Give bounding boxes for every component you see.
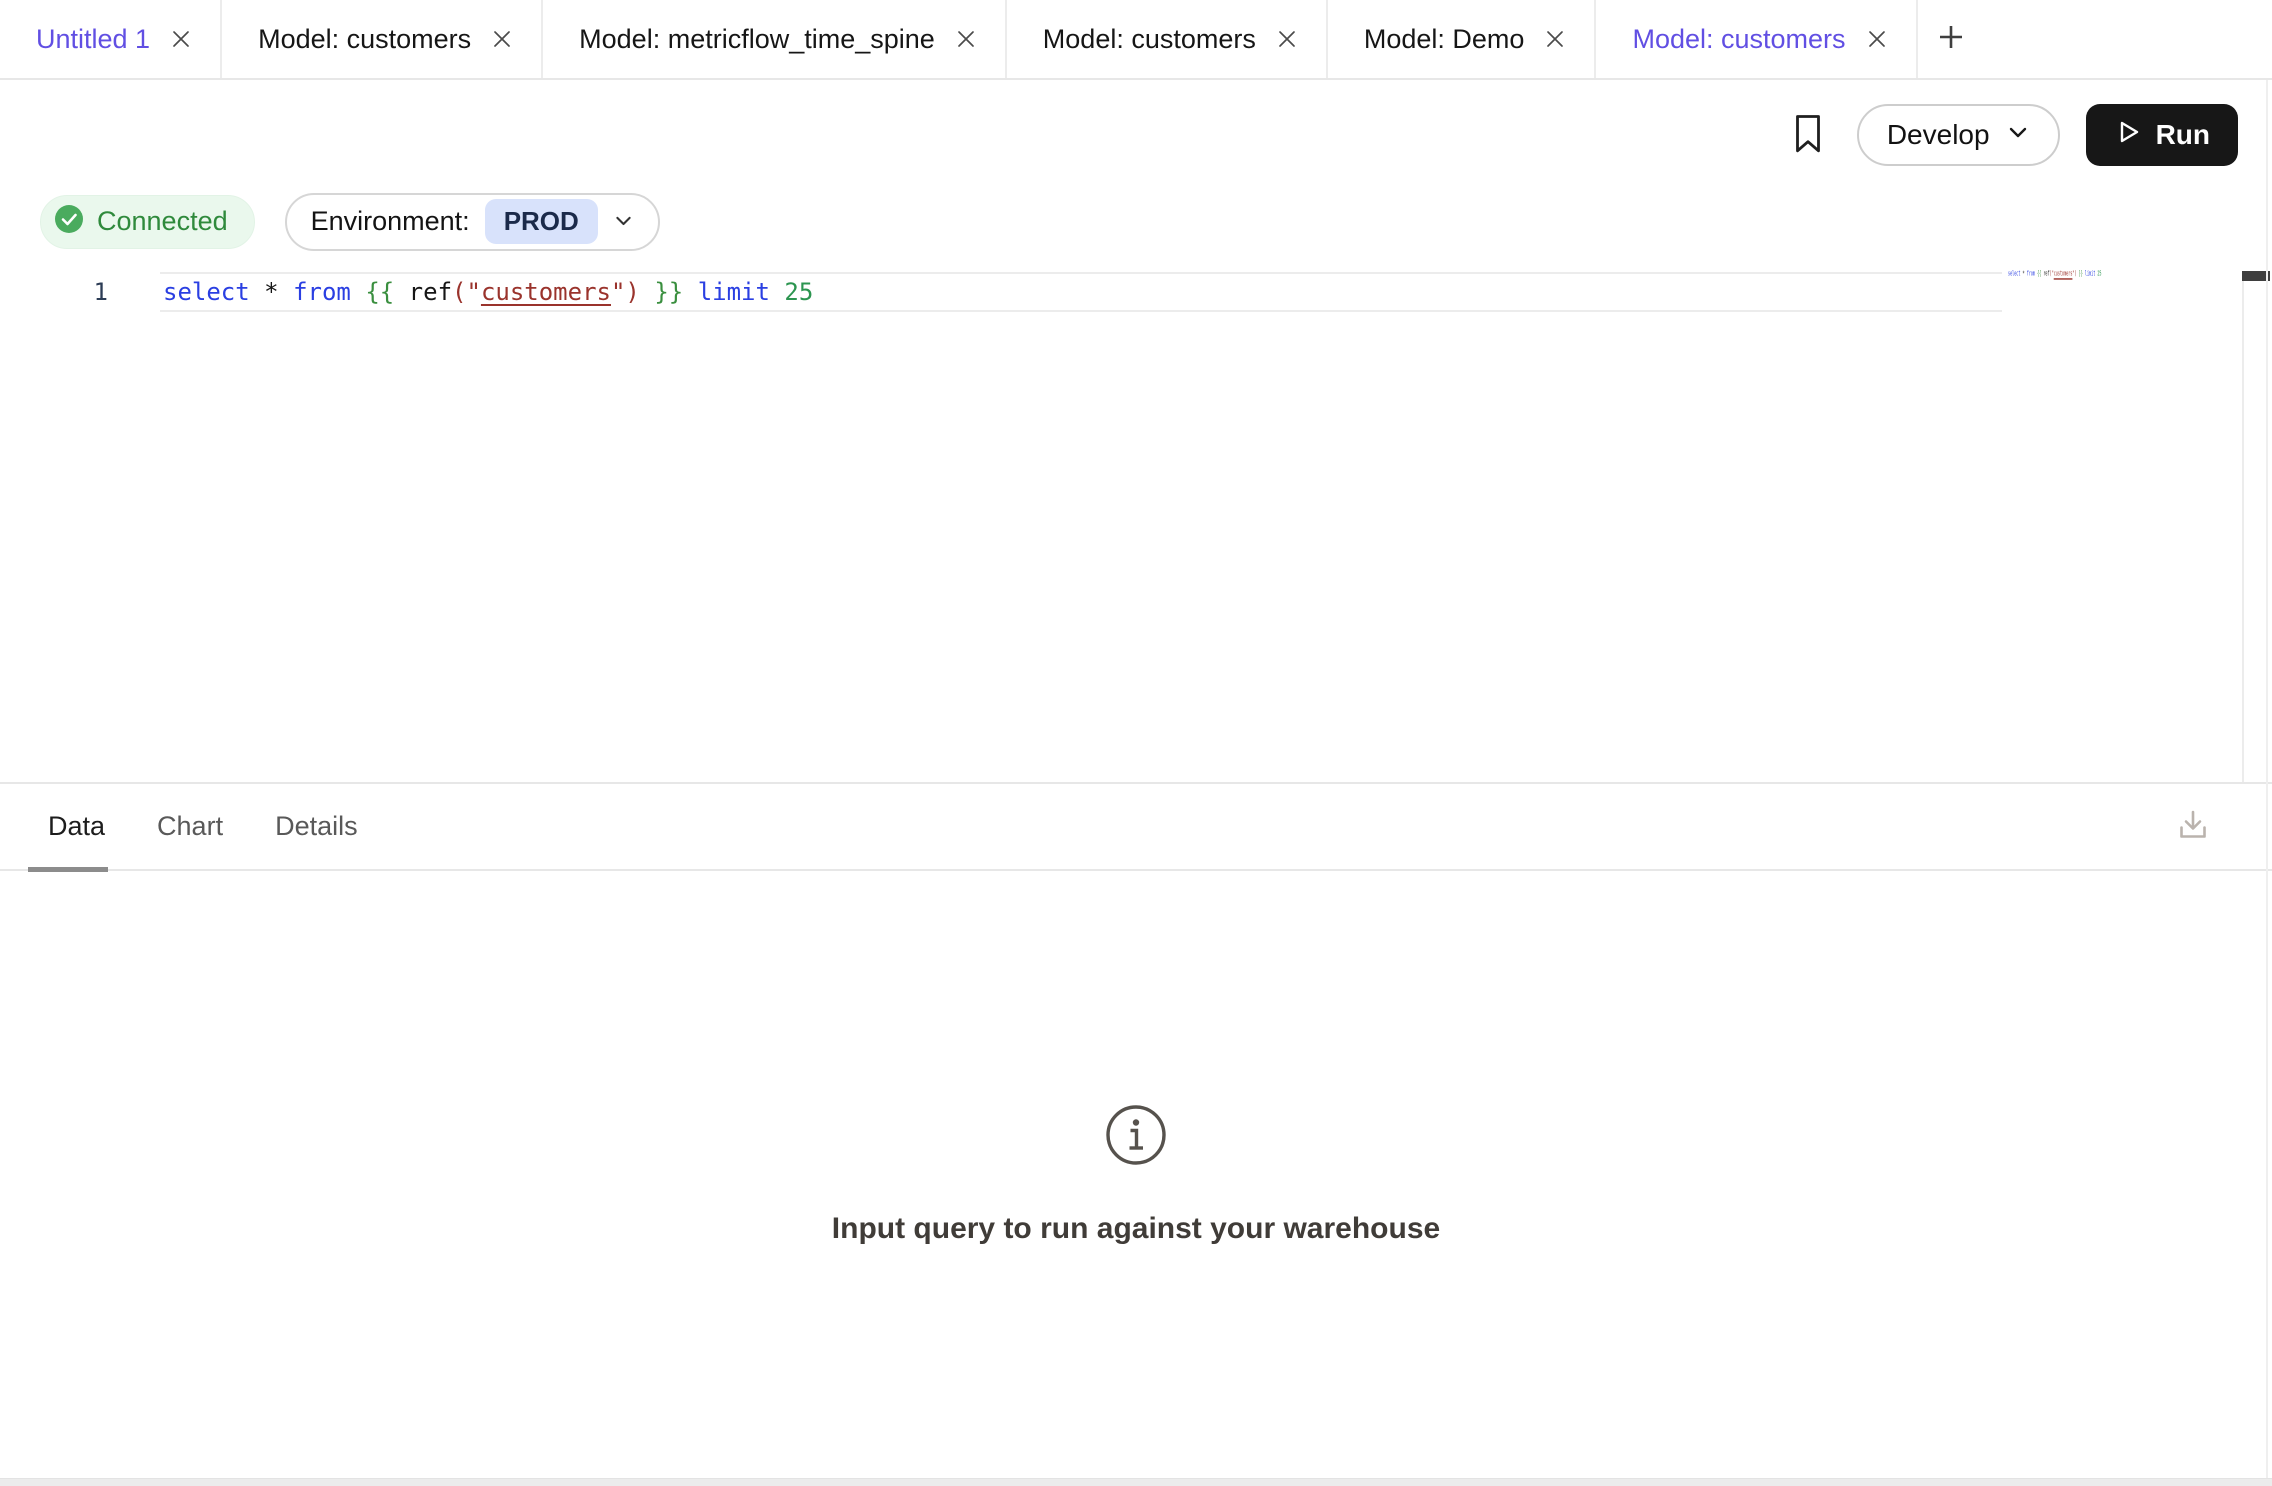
connection-status-label: Connected [97,206,228,237]
results-tab-details[interactable]: Details [275,784,358,869]
code-token: customers [2054,270,2073,278]
code-token [394,278,408,306]
code-token [640,278,654,306]
code-token: select [2008,270,2020,278]
results-tab-chart[interactable]: Chart [157,784,223,869]
bookmark-button[interactable] [1785,107,1831,164]
play-icon [2114,118,2142,153]
code-token: from [293,278,351,306]
plus-icon [1934,20,1968,59]
right-edge-border [2266,80,2268,1478]
tab-label: Model: customers [1632,24,1845,55]
code-token [351,278,365,306]
code-token: customers [481,278,611,306]
line-number: 1 [0,272,160,312]
environment-value-badge: PROD [485,199,598,244]
code-editor[interactable]: 1 select * from {{ ref("customers") }} l… [0,253,2272,782]
editor-tab-bar: Untitled 1 Model: customers Model: metricf… [0,0,2272,80]
code-line-row: 1 select * from {{ ref("customers") }} l… [0,272,2272,312]
bookmark-icon [1791,113,1825,158]
close-tab-icon[interactable] [1276,28,1298,50]
results-tab-bar: Data Chart Details [0,784,2272,871]
tab-strip: Untitled 1 Model: customers Model: metricf… [0,0,1918,78]
develop-menu-button[interactable]: Develop [1857,104,2060,166]
overview-ruler-border [2242,281,2244,782]
results-empty-state: Input query to run against your warehous… [0,871,2272,1478]
code-token: select [163,278,250,306]
code-token [770,278,784,306]
chevron-down-icon [2006,119,2030,151]
active-line-highlight[interactable]: select * from {{ ref("customers") }} lim… [160,272,2002,312]
close-tab-icon[interactable] [170,28,192,50]
tab-label: Model: Demo [1364,24,1525,55]
code-token: ") [611,278,640,306]
new-tab-button[interactable] [1918,0,1984,78]
code-token: 25 [2097,270,2101,278]
run-label: Run [2156,119,2210,151]
code-token: * [264,278,278,306]
environment-selector[interactable]: Environment: PROD [285,193,660,251]
download-results-button[interactable] [2166,798,2220,855]
tab-model-customers[interactable]: Model: customers [1007,0,1328,78]
code-token: limit [698,278,770,306]
results-tab-list: Data Chart Details [48,784,358,869]
code-token: limit [2085,270,2095,278]
app-window: Untitled 1 Model: customers Model: metricf… [0,0,2272,1486]
minimap-code-line: select * from {{ ref("customers") }} lim… [2008,270,2102,278]
empty-state-message: Input query to run against your warehous… [832,1212,1440,1246]
close-tab-icon[interactable] [1544,28,1566,50]
download-icon [2172,804,2214,849]
check-circle-icon [54,204,84,239]
code-token [683,278,697,306]
close-tab-icon[interactable] [955,28,977,50]
tab-label: Model: customers [258,24,471,55]
connection-status-row: Connected Environment: PROD [0,190,2272,253]
tab-label: Model: metricflow_time_spine [579,24,935,55]
run-button[interactable]: Run [2086,104,2238,166]
results-tab-data[interactable]: Data [48,784,105,869]
code-token: }} [654,278,683,306]
tab-label: Model: customers [1043,24,1256,55]
connection-status-badge: Connected [40,195,255,249]
tab-model-demo[interactable]: Model: Demo [1328,0,1597,78]
tab-model-customers[interactable]: Model: customers [1596,0,1917,78]
tab-label: Untitled 1 [36,24,150,55]
code-line: select * from {{ ref("customers") }} lim… [163,278,813,306]
editor-minimap[interactable]: select * from {{ ref("customers") }} lim… [2008,266,2102,279]
code-token: 25 [784,278,813,306]
code-token [279,278,293,306]
info-icon [1104,1103,1168,1172]
close-tab-icon[interactable] [491,28,513,50]
window-bottom-strip [0,1478,2272,1486]
close-tab-icon[interactable] [1866,28,1888,50]
code-token: ref [409,278,452,306]
environment-label: Environment: [311,206,470,237]
develop-label: Develop [1887,119,1990,151]
code-token: {{ [365,278,394,306]
results-panel: Data Chart Details Input query to run agai… [0,782,2272,1478]
chevron-down-icon [613,210,634,234]
tab-untitled-1[interactable]: Untitled 1 [0,0,222,78]
editor-toolbar: Develop Run [0,80,2272,190]
tab-model-customers[interactable]: Model: customers [222,0,543,78]
code-token [250,278,264,306]
tab-model-metricflow-time-spine[interactable]: Model: metricflow_time_spine [543,0,1007,78]
code-token: (" [452,278,481,306]
code-token: from [2027,270,2035,278]
